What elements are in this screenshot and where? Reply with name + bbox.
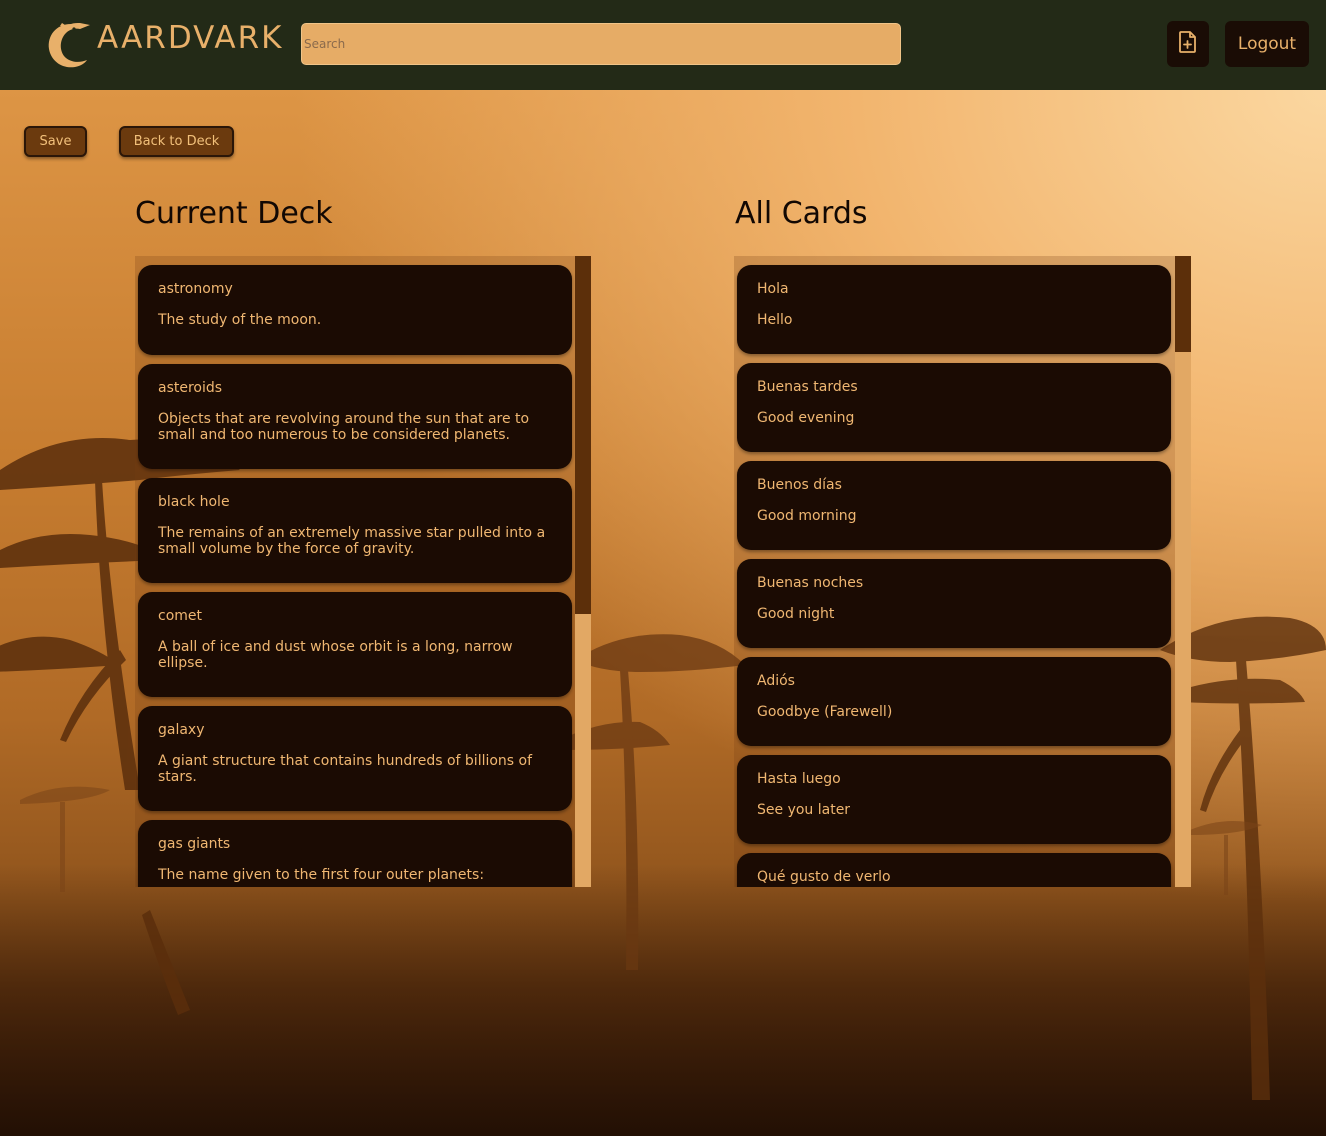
- card-definition: Good evening: [757, 410, 855, 426]
- card-term: Hasta luego: [757, 771, 841, 787]
- search-input[interactable]: [301, 23, 901, 65]
- deck-card[interactable]: comet A ball of ice and dust whose orbit…: [138, 592, 572, 697]
- scrollbar-thumb[interactable]: [575, 256, 591, 614]
- deck-card[interactable]: gas giants The name given to the first f…: [138, 820, 572, 887]
- file-plus-icon: [1177, 30, 1199, 58]
- all-cards-title: All Cards: [735, 196, 868, 231]
- all-card[interactable]: Buenas tardes Good evening: [737, 363, 1171, 452]
- card-definition: Goodbye (Farewell): [757, 704, 893, 720]
- card-definition: Objects that are revolving around the su…: [158, 411, 530, 443]
- card-term: asteroids: [158, 380, 223, 396]
- all-card[interactable]: Qué gusto de verlo: [737, 853, 1171, 887]
- all-card[interactable]: Hola Hello: [737, 265, 1171, 354]
- deck-card[interactable]: galaxy A giant structure that contains h…: [138, 706, 572, 811]
- card-definition: A giant structure that contains hundreds…: [158, 753, 533, 785]
- new-card-button[interactable]: [1167, 21, 1209, 67]
- card-term: Qué gusto de verlo: [757, 869, 891, 885]
- card-term: Adiós: [757, 673, 795, 689]
- card-definition: See you later: [757, 802, 851, 818]
- card-definition: The remains of an extremely massive star…: [158, 525, 546, 557]
- brand-name[interactable]: AARDVARK: [97, 20, 283, 56]
- all-card[interactable]: Hasta luego See you later: [737, 755, 1171, 844]
- all-cards-list[interactable]: Hola Hello Buenas tardes Good evening Bu…: [734, 256, 1191, 887]
- card-definition: The name given to the first four outer p…: [158, 867, 485, 883]
- card-term: galaxy: [158, 722, 205, 738]
- back-to-deck-button[interactable]: Back to Deck: [119, 126, 234, 157]
- card-definition: The study of the moon.: [158, 312, 322, 328]
- aardvark-logo-icon[interactable]: [44, 20, 94, 70]
- card-definition: Good morning: [757, 508, 857, 524]
- scrollbar-thumb[interactable]: [1175, 256, 1191, 352]
- deck-card[interactable]: black hole The remains of an extremely m…: [138, 478, 572, 583]
- card-term: black hole: [158, 494, 230, 510]
- save-button[interactable]: Save: [24, 126, 87, 157]
- card-term: astronomy: [158, 281, 233, 297]
- card-term: Buenos días: [757, 477, 842, 493]
- card-term: gas giants: [158, 836, 231, 852]
- card-definition: A ball of ice and dust whose orbit is a …: [158, 639, 513, 671]
- current-deck-list[interactable]: astronomy The study of the moon. asteroi…: [135, 256, 591, 887]
- top-navbar: AARDVARK Logout: [0, 0, 1326, 90]
- card-term: Buenas noches: [757, 575, 864, 591]
- card-definition: Hello: [757, 312, 793, 328]
- current-deck-title: Current Deck: [135, 196, 333, 231]
- card-term: Buenas tardes: [757, 379, 858, 395]
- all-card[interactable]: Buenas noches Good night: [737, 559, 1171, 648]
- current-deck-scrollbar[interactable]: [575, 256, 591, 887]
- deck-card[interactable]: astronomy The study of the moon.: [138, 265, 572, 355]
- card-term: Hola: [757, 281, 789, 297]
- card-term: comet: [158, 608, 203, 624]
- all-cards-scrollbar[interactable]: [1175, 256, 1191, 887]
- all-card[interactable]: Buenos días Good morning: [737, 461, 1171, 550]
- card-definition: Good night: [757, 606, 835, 622]
- deck-card[interactable]: asteroids Objects that are revolving aro…: [138, 364, 572, 469]
- logout-button[interactable]: Logout: [1225, 21, 1309, 67]
- all-card[interactable]: Adiós Goodbye (Farewell): [737, 657, 1171, 746]
